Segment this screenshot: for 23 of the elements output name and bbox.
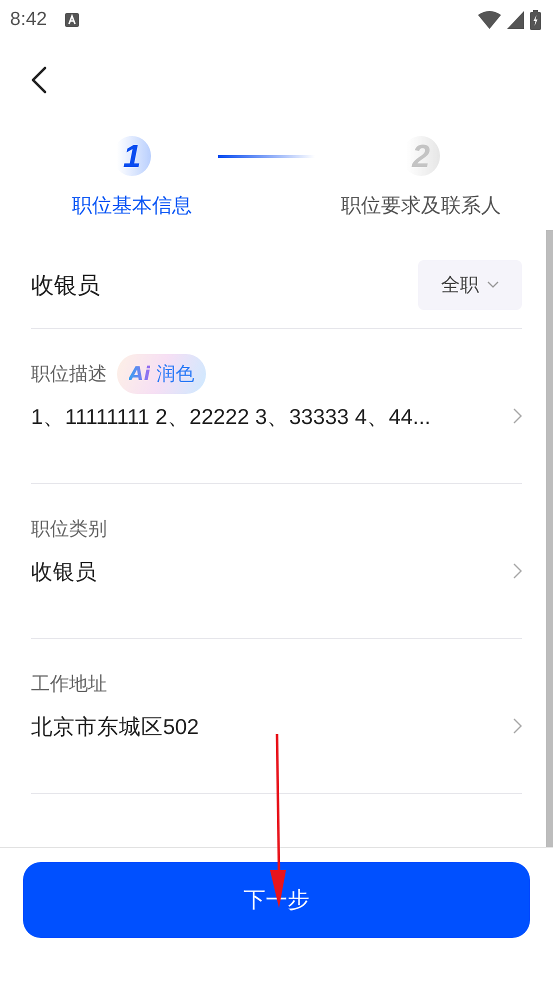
field-row[interactable]: 收银员 xyxy=(31,558,522,584)
wifi-icon xyxy=(478,11,501,29)
status-time: 8:42 xyxy=(10,9,47,31)
keyboard-notification-icon xyxy=(64,13,79,27)
chevron-down-icon xyxy=(487,281,499,289)
step-label: 职位要求及联系人 xyxy=(341,192,501,219)
battery-icon xyxy=(530,10,541,30)
field-value: 收银员 xyxy=(31,558,97,586)
job-title: 收银员 xyxy=(31,272,100,300)
field-label: 职位描述 xyxy=(31,362,107,387)
signal-icon xyxy=(507,11,524,29)
chevron-right-icon xyxy=(513,408,522,424)
job-type-dropdown[interactable]: 全职 xyxy=(418,260,522,310)
field-label: 职位类别 xyxy=(31,517,107,542)
back-icon[interactable] xyxy=(30,66,48,94)
field-row[interactable]: 1、11111111 2、22222 3、33333 4、44... xyxy=(31,403,522,429)
field-row[interactable]: 北京市东城区502 xyxy=(31,713,522,739)
field-label: 工作地址 xyxy=(31,672,107,697)
field-value: 1、11111111 2、22222 3、33333 4、44... xyxy=(31,404,431,430)
chevron-right-icon xyxy=(513,718,522,734)
field-value: 北京市东城区502 xyxy=(31,714,199,740)
chevron-right-icon xyxy=(513,563,522,579)
step-label: 职位基本信息 xyxy=(72,192,192,219)
